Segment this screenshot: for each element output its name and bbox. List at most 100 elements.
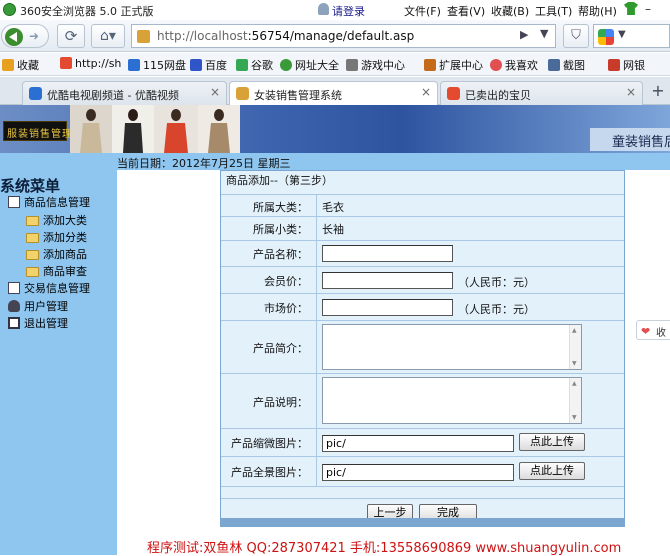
product-desc-label: 产品说明： [253,396,308,409]
tab-sold-items[interactable]: 已卖出的宝贝 × [440,81,643,105]
folder-icon [26,216,39,226]
tab-close-icon[interactable]: × [626,85,636,99]
subcategory-value: 长袖 [322,223,344,236]
panorama-image-input[interactable]: pic/ [322,464,514,481]
sidebar-item-add-subcategory[interactable]: 添加分类 [26,229,87,245]
go-icon[interactable]: ▶ [520,28,528,41]
book-icon [8,196,20,208]
market-price-input[interactable] [322,299,453,316]
exit-icon [8,317,20,329]
refresh-button[interactable]: ⟳ [57,24,85,48]
tab-close-icon[interactable]: × [421,85,431,99]
product-name-input[interactable] [322,245,453,262]
fav-baidu[interactable]: 百度 [190,57,227,73]
product-intro-textarea[interactable] [322,324,582,370]
fav-screenshot[interactable]: 截图 [548,57,585,73]
gamepad-icon [346,59,358,71]
sidebar-item-product-management[interactable]: 商品信息管理 [8,194,90,210]
product-desc-textarea[interactable] [322,377,582,424]
menu-help[interactable]: 帮助(H) [578,3,617,19]
date-bar: 当前日期：2012年7月25日 星期三 [0,153,670,170]
upload-panorama-button[interactable]: 点此上传 [519,462,585,480]
sidebar-item-trade-management[interactable]: 交易信息管理 [8,280,90,296]
thumbnail-image-input[interactable]: pic/ [322,435,514,452]
tab-close-icon[interactable]: × [210,85,220,99]
category-value: 毛衣 [322,201,344,214]
fav-google[interactable]: 谷歌 [236,57,273,73]
fav-bank[interactable]: 网银 [608,57,645,73]
collect-side-widget[interactable]: ❤ 收 [636,320,670,340]
search-engine-box[interactable]: ▼ [593,24,670,48]
member-price-input[interactable] [322,272,453,289]
upload-thumbnail-button[interactable]: 点此上传 [519,433,585,451]
tab-admin-system[interactable]: 女装销售管理系统 × [229,81,438,106]
link-icon [60,57,72,69]
heart-icon: ❤ [641,325,651,338]
login-link[interactable]: 请登录 [332,3,365,19]
book-icon [8,282,20,294]
market-price-unit: （人民币：元） [458,303,535,316]
panorama-image-label: 产品全景图片： [231,466,308,479]
textarea-scrollbar[interactable] [569,378,581,423]
site-favicon-icon [236,87,249,100]
url-text[interactable]: http://localhost:56754/manage/default.as… [157,29,414,43]
fav-like[interactable]: 我喜欢 [490,57,538,73]
subcategory-label: 所属小类： [253,223,308,236]
tab-youku[interactable]: 优酷电视剧频道 - 优酷视频 × [22,81,227,105]
address-bar[interactable]: http://localhost:56754/manage/default.as… [131,24,556,48]
security-shield-button[interactable]: ⛉ [563,24,589,48]
form-row-divider [221,320,624,321]
fav-extensions[interactable]: 扩展中心 [424,57,483,73]
site-logo: 服装销售管理 [3,121,72,141]
home-button[interactable]: ⌂▾ [91,24,125,48]
search-dropdown-icon[interactable]: ▼ [618,29,626,40]
menu-view[interactable]: 查看(V) [447,3,485,19]
folder-icon [26,233,39,243]
user-icon [318,3,329,15]
taobao-icon [447,87,460,100]
form-title: 商品添加--（第三步） [226,174,333,187]
address-dropdown-icon[interactable]: ▼ [540,27,548,40]
minimize-button[interactable]: – [645,2,651,16]
form-row-divider [221,428,624,429]
fav-games[interactable]: 游戏中心 [346,57,405,73]
site-title: 童装销售后 [612,135,670,150]
thumbnail-image-label: 产品缩微图片： [231,437,308,450]
bank-icon [608,59,620,71]
form-row-divider [221,266,624,267]
market-price-label: 市场价： [264,302,308,315]
search-engine-icon[interactable] [598,29,614,45]
skin-tshirt-icon[interactable] [624,2,638,15]
forward-arrow-icon[interactable]: ➜ [29,29,39,43]
form-row-divider [221,486,624,487]
sidebar-item-add-major-category[interactable]: 添加大类 [26,212,87,228]
sidebar-item-user-management[interactable]: 用户管理 [8,298,68,314]
menu-tools[interactable]: 工具(T) [535,3,572,19]
form-row-divider [221,373,624,374]
menu-favorites[interactable]: 收藏(B) [491,3,529,19]
directory-icon [280,59,292,71]
fav-collection[interactable]: 收藏 [2,57,39,73]
navigation-bar: ➜ ⟳ ⌂▾ http://localhost:56754/manage/def… [0,20,670,52]
sidebar-item-product-review[interactable]: 商品审查 [26,263,87,279]
back-forward-button[interactable]: ➜ [1,24,49,48]
new-tab-button[interactable]: + [646,81,670,103]
member-price-label: 会员价： [264,275,308,288]
scissors-icon [548,59,560,71]
baidu-icon [190,59,202,71]
textarea-scrollbar[interactable] [569,325,581,369]
site-favicon-icon [137,30,150,43]
menu-file[interactable]: 文件(F) [404,3,441,19]
fav-115[interactable]: 115网盘 [128,57,186,73]
youku-icon [29,87,42,100]
fav-link-sh[interactable]: http://sh [60,57,121,70]
back-arrow-icon[interactable] [5,28,23,46]
form-row-divider [221,498,624,499]
sidebar-item-logout[interactable]: 退出管理 [8,315,68,331]
sidebar-item-add-product[interactable]: 添加商品 [26,246,87,262]
cloud-drive-icon [128,59,140,71]
form-bottom-bar [221,518,624,526]
fav-directory[interactable]: 网址大全 [280,57,339,73]
model-photos-banner [70,105,240,153]
form-column-divider [316,194,317,486]
